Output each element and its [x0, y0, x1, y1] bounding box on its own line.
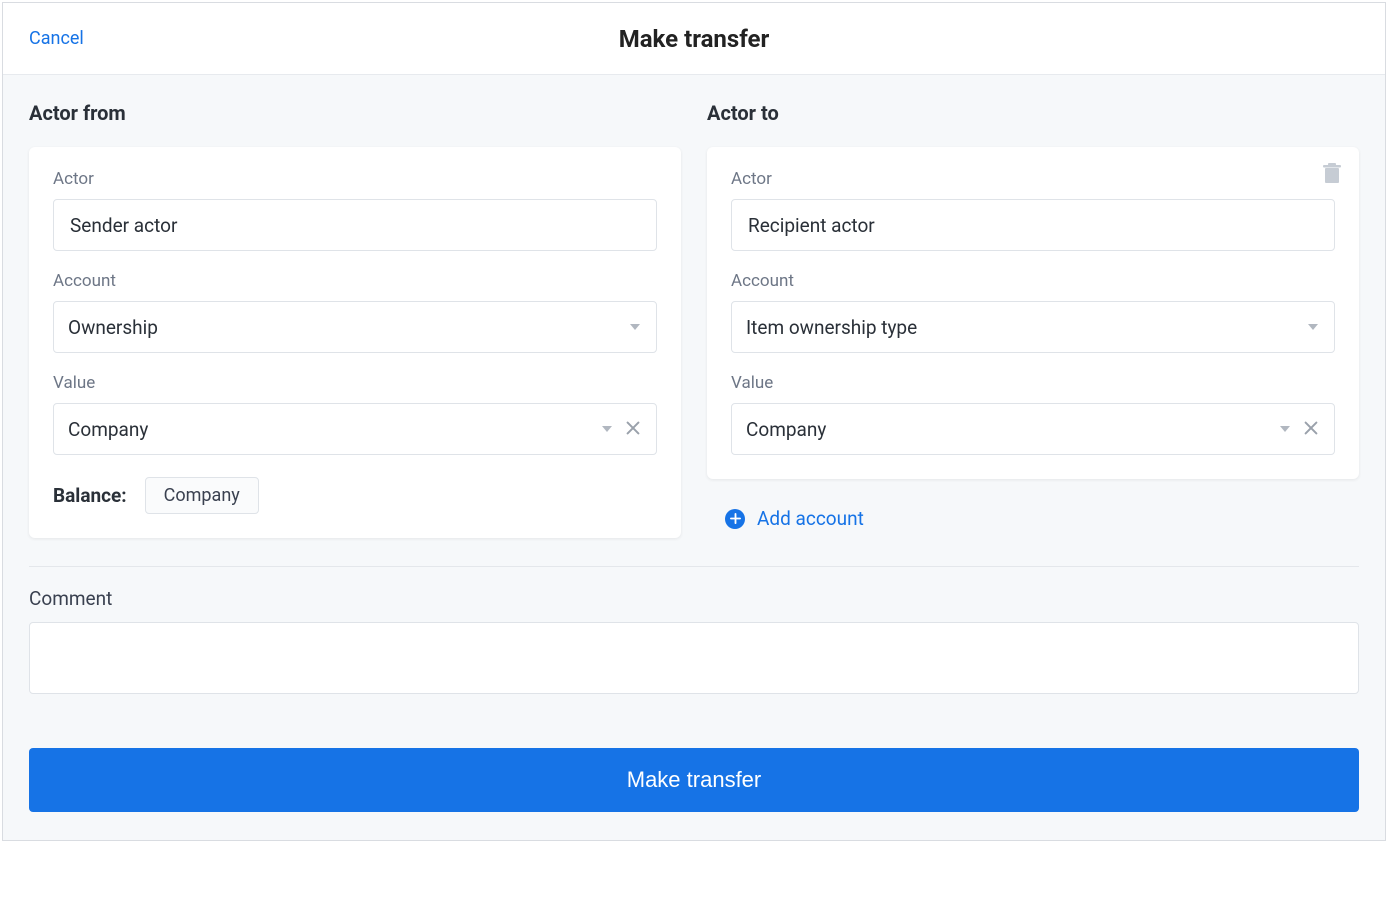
chevron-down-icon: [1280, 426, 1290, 432]
dialog-body: Actor from Actor Account Ownership: [3, 75, 1385, 840]
plus-circle-icon: [725, 509, 745, 529]
from-value-value: Company: [68, 418, 148, 441]
from-account-select[interactable]: Ownership: [53, 301, 657, 353]
to-actor-label: Actor: [731, 169, 1335, 189]
from-value-select[interactable]: Company: [53, 403, 657, 455]
from-actor-label: Actor: [53, 169, 657, 189]
from-account-label: Account: [53, 271, 657, 291]
dialog-header: Cancel Make transfer: [3, 3, 1385, 75]
chevron-down-icon: [602, 426, 612, 432]
clear-icon[interactable]: [624, 419, 644, 439]
dialog-title: Make transfer: [3, 25, 1385, 53]
to-account-select[interactable]: Item ownership type: [731, 301, 1335, 353]
actor-from-column: Actor from Actor Account Ownership: [29, 101, 681, 538]
from-value-label: Value: [53, 373, 657, 393]
actor-from-heading: Actor from: [29, 101, 681, 125]
to-value-value: Company: [746, 418, 826, 441]
from-actor-field[interactable]: [68, 200, 642, 250]
from-actor-input[interactable]: [53, 199, 657, 251]
from-account-value: Ownership: [68, 316, 158, 339]
balance-chip: Company: [145, 477, 259, 514]
actor-to-card: Actor Account Item ownership type: [707, 147, 1359, 479]
to-actor-field[interactable]: [746, 200, 1320, 250]
comment-field[interactable]: [30, 623, 1358, 693]
actor-from-card: Actor Account Ownership Value: [29, 147, 681, 538]
to-value-label: Value: [731, 373, 1335, 393]
to-account-label: Account: [731, 271, 1335, 291]
cancel-button[interactable]: Cancel: [29, 28, 84, 49]
clear-icon[interactable]: [1302, 419, 1322, 439]
transfer-dialog: Cancel Make transfer Actor from Actor Ac…: [2, 2, 1386, 841]
actor-to-heading: Actor to: [707, 101, 1359, 125]
chevron-down-icon: [630, 324, 640, 330]
make-transfer-button[interactable]: Make transfer: [29, 748, 1359, 812]
balance-label: Balance:: [53, 484, 127, 507]
trash-icon[interactable]: [1323, 163, 1341, 185]
add-account-button[interactable]: Add account: [707, 507, 1359, 530]
divider: [29, 566, 1359, 567]
to-actor-input[interactable]: [731, 199, 1335, 251]
add-account-label: Add account: [757, 507, 864, 530]
to-account-value: Item ownership type: [746, 316, 917, 339]
actor-to-column: Actor to Actor: [707, 101, 1359, 538]
to-value-select[interactable]: Company: [731, 403, 1335, 455]
comment-label: Comment: [29, 587, 1359, 610]
comment-input[interactable]: [29, 622, 1359, 694]
chevron-down-icon: [1308, 324, 1318, 330]
